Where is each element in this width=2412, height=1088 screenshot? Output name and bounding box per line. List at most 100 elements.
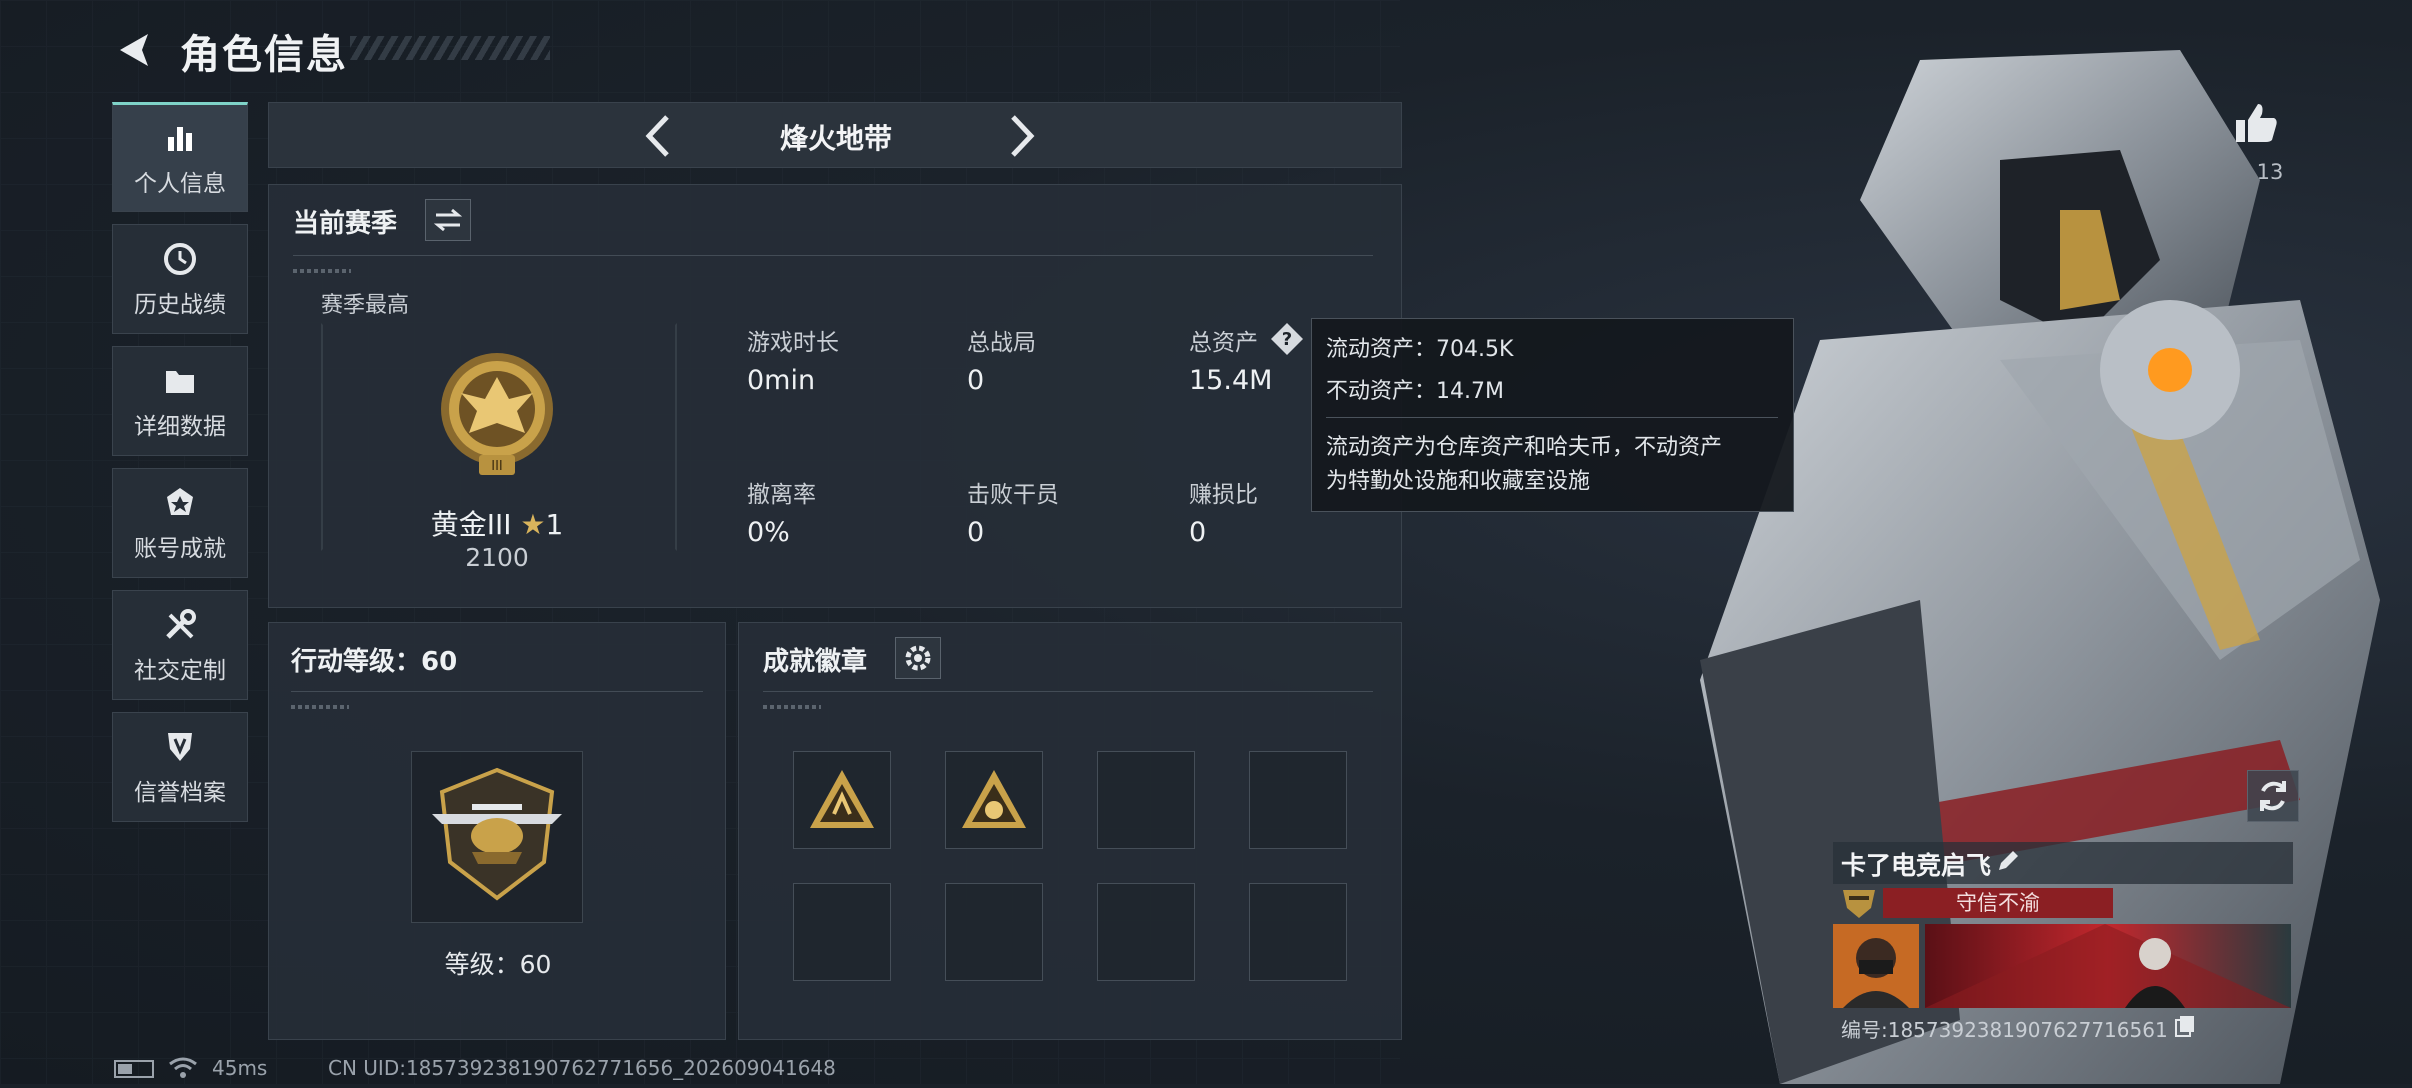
swap-icon <box>433 208 463 232</box>
action-level-panel: 行动等级：60 等级：60 <box>268 622 726 1040</box>
stat-value: 15.4M <box>1189 365 1273 396</box>
player-banner[interactable] <box>1925 924 2291 1008</box>
sidebar-item-social-custom[interactable]: 社交定制 <box>112 590 248 700</box>
tooltip-desc-line1: 流动资产为仓库资产和哈夫币，不动资产 <box>1326 435 1723 460</box>
badge-slot-empty[interactable] <box>1249 883 1347 981</box>
stat-label: 击败干员 <box>967 482 1059 508</box>
tooltip-liquid-assets: 流动资产：704.5K <box>1326 337 1514 362</box>
action-level-title: 行动等级：60 <box>291 647 458 677</box>
chevron-right-icon <box>1011 115 1035 157</box>
title-decoration <box>350 36 550 60</box>
rank-points: 2100 <box>465 543 529 572</box>
sidebar-item-match-history[interactable]: 历史战绩 <box>112 224 248 334</box>
page-title: 角色信息 <box>180 32 348 78</box>
reputation-emblem-icon <box>1839 886 1879 920</box>
sidebar-item-label: 账号成就 <box>134 536 226 562</box>
divider <box>1326 417 1778 418</box>
gear-icon <box>905 645 931 671</box>
mode-name: 烽火地带 <box>779 122 892 155</box>
sidebar-item-reputation[interactable]: 信誉档案 <box>112 712 248 822</box>
badge-slot-empty[interactable] <box>1249 751 1347 849</box>
stat-value: 0 <box>1189 517 1207 548</box>
ping: 45ms <box>212 1056 268 1080</box>
stat-label: 总资产 <box>1189 330 1258 356</box>
stat-value: 0min <box>747 365 816 396</box>
mode-next-button[interactable] <box>993 109 1049 163</box>
rank-name: 黄金III <box>430 508 512 541</box>
player-id: 编号:1857392381907627716561 <box>1841 1018 2168 1042</box>
switch-season-button[interactable] <box>425 199 471 241</box>
stat-label: 总战局 <box>967 330 1036 356</box>
badge-slot-empty[interactable] <box>1097 751 1195 849</box>
season-highest-label: 赛季最高 <box>321 293 410 318</box>
badge-triangle-icon <box>810 770 874 828</box>
sidebar-item-detailed-data[interactable]: 详细数据 <box>112 346 248 456</box>
divider <box>293 255 1373 256</box>
asset-help-button[interactable]: ? <box>1269 321 1305 357</box>
sidebar-item-label: 信誉档案 <box>134 780 226 806</box>
wifi-icon <box>168 1056 198 1080</box>
reputation-badge: 守信不渝 <box>1883 888 2113 918</box>
copy-id-button[interactable] <box>2173 1014 2197 1038</box>
rank-emblem-icon: III <box>429 349 565 485</box>
avatar[interactable] <box>1833 924 1919 1008</box>
sidebar-item-label: 社交定制 <box>134 658 226 684</box>
tooltip-fixed-assets: 不动资产：14.7M <box>1326 379 1504 404</box>
rank-stars: 1 <box>545 508 564 541</box>
action-level-label: 等级：60 <box>444 950 552 979</box>
action-level-emblem-icon <box>411 751 583 923</box>
like-count: 13 <box>2256 160 2284 184</box>
badge-triangle-icon <box>962 770 1026 828</box>
edit-name-button[interactable] <box>1993 846 2023 876</box>
badges-title: 成就徽章 <box>763 647 868 677</box>
sidebar-item-achievements[interactable]: 账号成就 <box>112 468 248 578</box>
clock-icon <box>160 239 200 279</box>
stat-label: 撤离率 <box>747 482 816 508</box>
refresh-icon <box>2260 781 2286 811</box>
divider <box>763 691 1373 692</box>
pencil-icon <box>1999 851 2018 870</box>
battery-icon <box>114 1060 154 1078</box>
badge-slot-empty[interactable] <box>945 883 1043 981</box>
status-bar: 45ms CN UID:1857392381907627716​56_20260… <box>0 1052 1000 1082</box>
uid-text: CN UID:1857392381907627716​56_2026090416… <box>328 1056 836 1080</box>
badge-slot-empty[interactable] <box>1097 883 1195 981</box>
back-arrow-icon <box>120 34 148 66</box>
sidebar-item-personal-info[interactable]: 个人信息 <box>112 102 248 212</box>
player-card: 卡了电竞启飞 守信不渝 编号:1857392381907627716561 <box>1833 842 2293 1042</box>
badge-slot-empty[interactable] <box>793 883 891 981</box>
stat-value: 0 <box>967 517 985 548</box>
like-button[interactable] <box>2232 100 2280 148</box>
title-mark <box>293 269 351 273</box>
bar-chart-icon <box>160 118 200 158</box>
asset-tooltip: 流动资产：704.5K 不动资产：14.7M 流动资产为仓库资产和哈夫币，不动资… <box>1311 318 1794 512</box>
rank-line: 黄金III ★1 <box>269 503 725 543</box>
tooltip-desc-line2: 为特勤处设施和收藏室设施 <box>1326 469 1591 494</box>
help-icon: ? <box>1271 323 1303 355</box>
badge-settings-button[interactable] <box>895 637 941 679</box>
badge-slot[interactable] <box>945 751 1043 849</box>
sidebar-item-label: 详细数据 <box>134 414 226 440</box>
refresh-button[interactable] <box>2247 770 2299 822</box>
player-name: 卡了电竞启飞 <box>1841 851 1992 880</box>
stat-label: 赚损比 <box>1189 482 1258 508</box>
thumbs-up-icon <box>2236 104 2277 142</box>
mode-selector: 烽火地带 <box>268 102 1402 168</box>
back-button[interactable] <box>112 28 156 72</box>
folder-icon <box>160 361 200 401</box>
badge-slot[interactable] <box>793 751 891 849</box>
stat-value: 0 <box>967 365 985 396</box>
medal-icon <box>160 483 200 523</box>
season-title: 当前赛季 <box>293 209 398 239</box>
svg-text:?: ? <box>1282 329 1292 350</box>
stat-label: 游戏时长 <box>747 330 839 356</box>
badges-panel: 成就徽章 <box>738 622 1402 1040</box>
title-mark <box>763 705 821 709</box>
copy-icon <box>2175 1016 2194 1037</box>
stat-value: 0% <box>747 517 790 548</box>
star-icon: ★ <box>520 508 546 541</box>
shield-icon <box>160 727 200 767</box>
tools-icon <box>160 605 200 645</box>
sidebar-item-label: 历史战绩 <box>134 292 226 318</box>
title-mark <box>291 705 349 709</box>
